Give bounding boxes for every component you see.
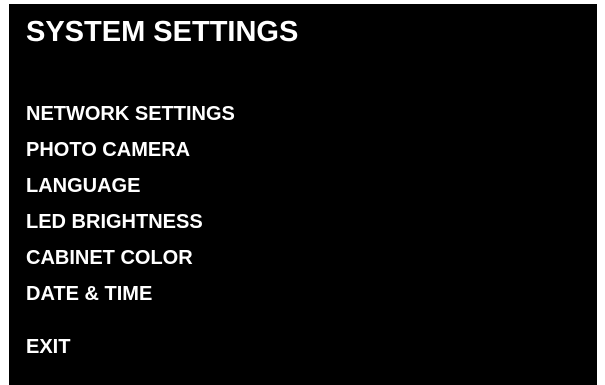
- menu-item-photo-camera[interactable]: PHOTO CAMERA: [26, 132, 235, 168]
- exit-button[interactable]: EXIT: [26, 329, 70, 365]
- menu-item-network-settings[interactable]: NETWORK SETTINGS: [26, 96, 235, 132]
- menu-item-language[interactable]: LANGUAGE: [26, 168, 235, 204]
- menu-item-led-brightness[interactable]: LED BRIGHTNESS: [26, 204, 235, 240]
- menu-item-cabinet-color[interactable]: CABINET COLOR: [26, 240, 235, 276]
- settings-screen: SYSTEM SETTINGS NETWORK SETTINGS PHOTO C…: [9, 4, 597, 385]
- menu-item-date-time[interactable]: DATE & TIME: [26, 276, 235, 312]
- settings-menu: NETWORK SETTINGS PHOTO CAMERA LANGUAGE L…: [26, 96, 235, 312]
- page-title: SYSTEM SETTINGS: [26, 16, 299, 48]
